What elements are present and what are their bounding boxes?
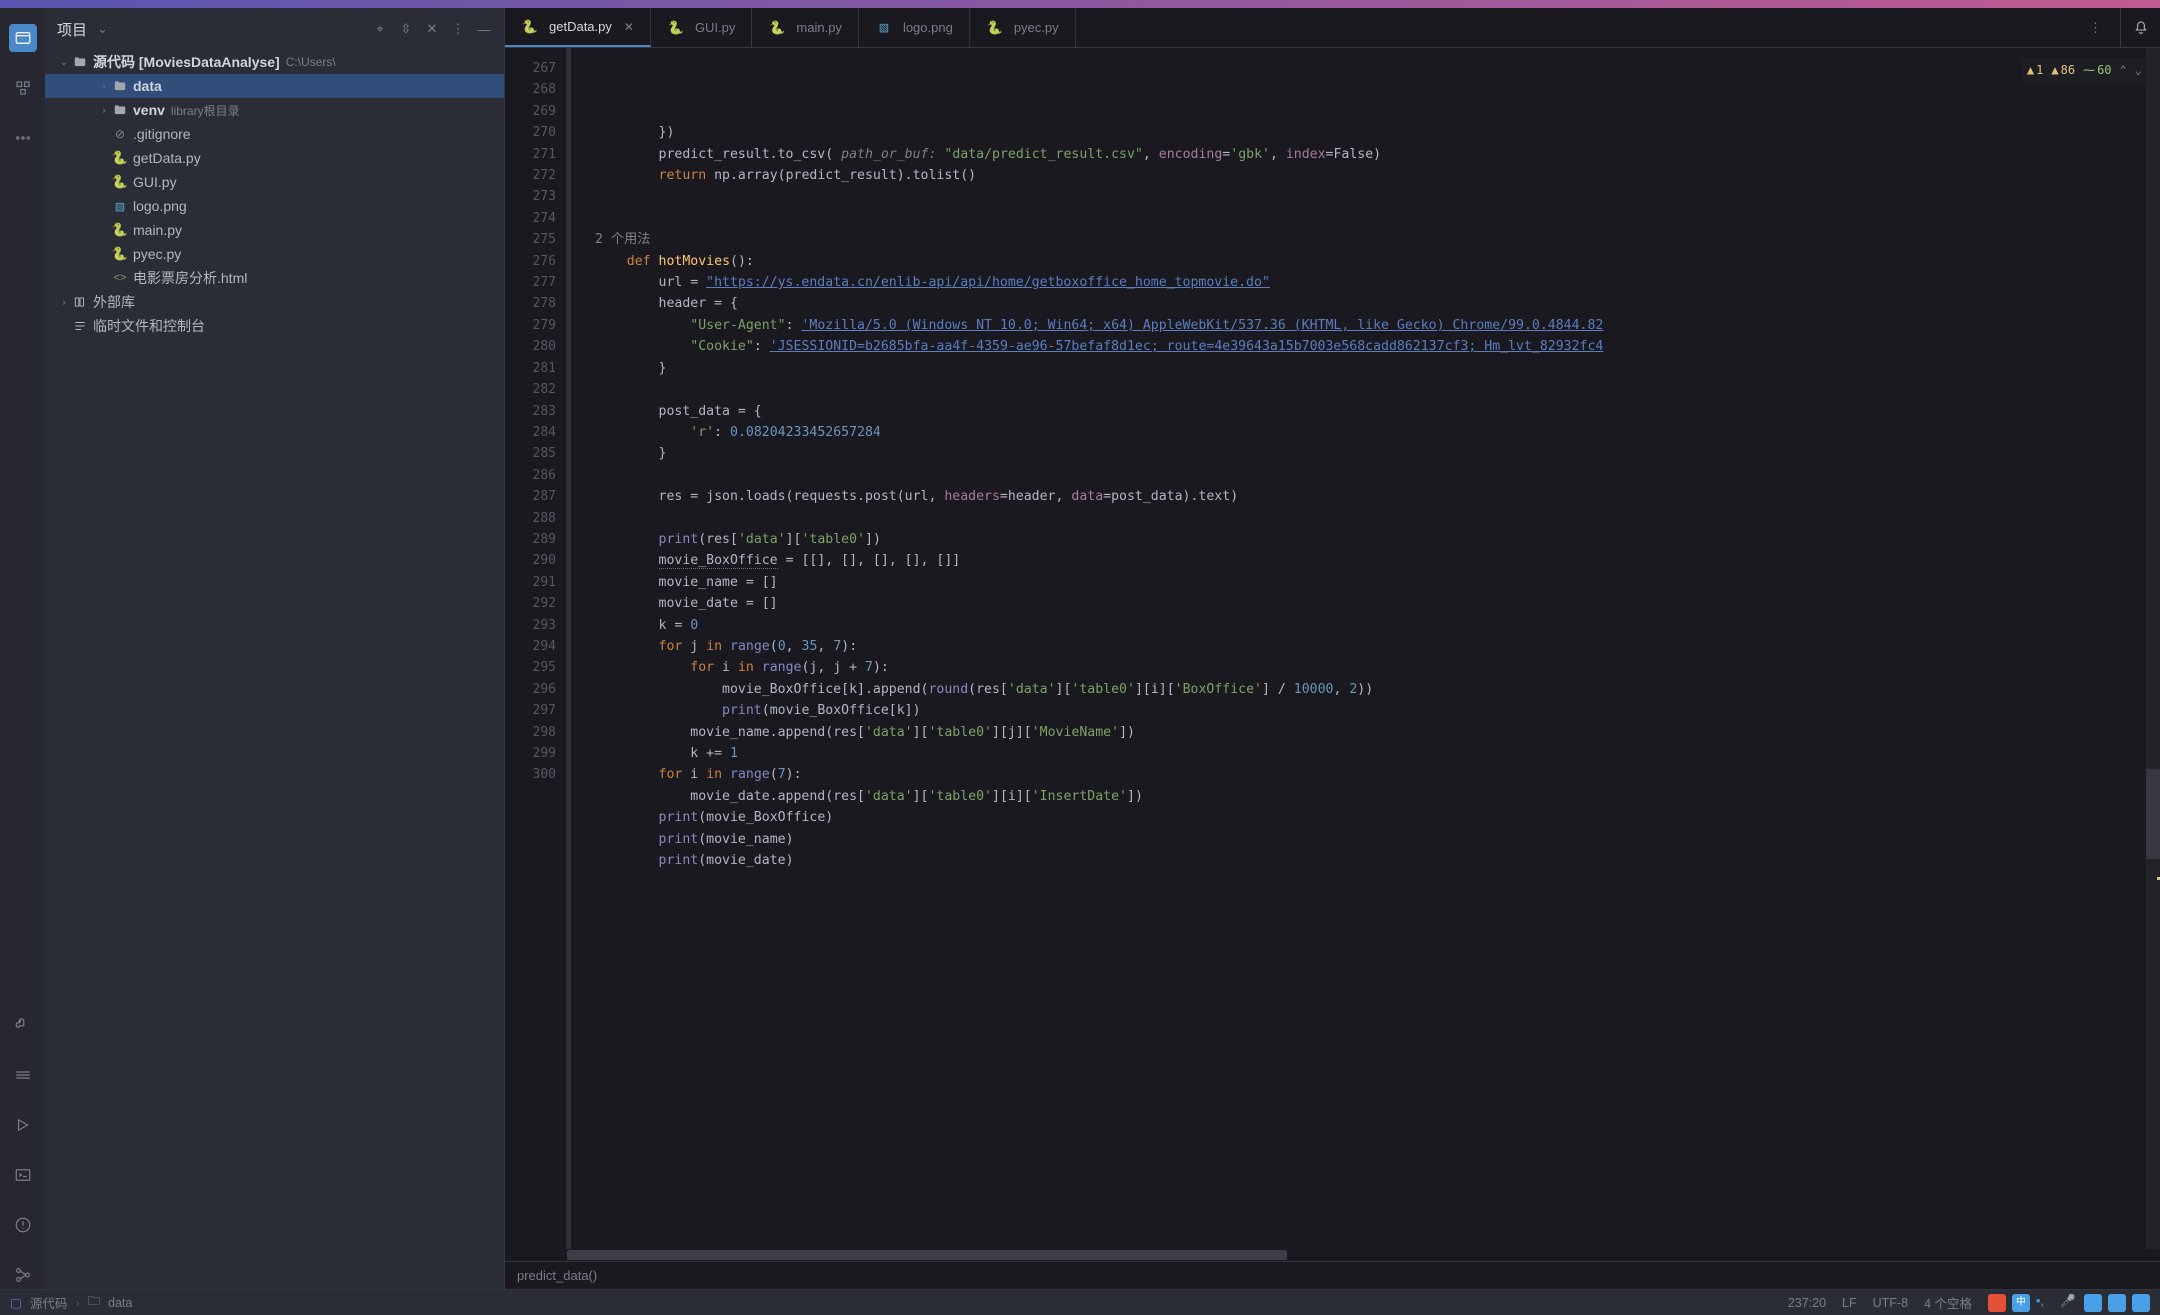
tab-GUI-py[interactable]: 🐍GUI.py xyxy=(651,8,752,47)
tree-item-venv[interactable]: ›venvlibrary根目录 xyxy=(45,98,504,122)
activity-bar xyxy=(0,8,45,1289)
tree-item-main-py[interactable]: 🐍main.py xyxy=(45,218,504,242)
close-icon[interactable]: ✕ xyxy=(624,20,634,34)
tab-getData-py[interactable]: 🐍getData.py✕ xyxy=(505,8,651,47)
status-cursor-pos[interactable]: 237:20 xyxy=(1788,1296,1826,1310)
project-tree[interactable]: ⌄源代码 [MoviesDataAnalyse]C:\Users\›data›v… xyxy=(45,50,504,1289)
tool-python-console-icon[interactable] xyxy=(9,1011,37,1039)
status-bar: ▢ 源代码 › 🗀 data 237:20 LF UTF-8 4 个空格 中 •… xyxy=(0,1289,2160,1315)
editor-minimap[interactable] xyxy=(2146,48,2160,1249)
ime-toolbox-icon[interactable] xyxy=(2132,1294,2150,1312)
editor-tabs: 🐍getData.py✕🐍GUI.py🐍main.py▧logo.png🐍pye… xyxy=(505,8,2160,48)
tab-main-py[interactable]: 🐍main.py xyxy=(752,8,859,47)
tree-item--html[interactable]: <>电影票房分析.html xyxy=(45,266,504,290)
editor-hscrollbar[interactable] xyxy=(505,1249,2160,1261)
tab-menu-icon[interactable]: ⋮ xyxy=(2089,20,2102,36)
tree-item--MoviesDataAnalyse-[interactable]: ⌄源代码 [MoviesDataAnalyse]C:\Users\ xyxy=(45,50,504,74)
warning-icon[interactable]: ▲1 xyxy=(2027,60,2043,81)
tab-pyec-py[interactable]: 🐍pyec.py xyxy=(970,8,1076,47)
tree-item-data[interactable]: ›data xyxy=(45,74,504,98)
folder-icon: 🗀 xyxy=(88,1292,101,1313)
tool-packages-icon[interactable] xyxy=(9,1061,37,1089)
editor-area: 🐍getData.py✕🐍GUI.py🐍main.py▧logo.png🐍pye… xyxy=(505,8,2160,1289)
tree-item-pyec-py[interactable]: 🐍pyec.py xyxy=(45,242,504,266)
collapse-icon[interactable]: ✕ xyxy=(424,21,440,37)
ime-punct-icon[interactable]: •, xyxy=(2036,1294,2054,1312)
breadcrumb-item[interactable]: data xyxy=(108,1296,132,1310)
tree-item--[interactable]: ›外部库 xyxy=(45,290,504,314)
tree-item--gitignore[interactable]: ⊘.gitignore xyxy=(45,122,504,146)
weak-warning-icon[interactable]: ▲86 xyxy=(2051,60,2075,81)
ime-lang-icon[interactable]: 中 xyxy=(2012,1294,2030,1312)
tool-vcs-icon[interactable] xyxy=(9,1261,37,1289)
tool-project-icon[interactable] xyxy=(9,24,37,52)
next-highlight-icon[interactable]: ⌄ xyxy=(2135,60,2142,81)
tool-services-icon[interactable] xyxy=(9,1111,37,1139)
breadcrumb-root[interactable]: 源代码 xyxy=(30,1293,68,1312)
project-panel: 项目 ⌄ ⌖ ⇳ ✕ ⋮ — ⌄源代码 [MoviesDataAnalyse]C… xyxy=(45,8,505,1289)
project-status-icon[interactable]: ▢ xyxy=(10,1295,22,1310)
locate-icon[interactable]: ⌖ xyxy=(372,21,388,37)
tool-problems-icon[interactable] xyxy=(9,1211,37,1239)
options-icon[interactable]: ⋮ xyxy=(450,21,466,37)
typo-icon[interactable]: ⁓60 xyxy=(2083,60,2111,81)
line-gutter: 267 268 269 270 271 272 273 274 275 276 … xyxy=(505,48,566,1249)
prev-highlight-icon[interactable]: ⌃ xyxy=(2120,60,2127,81)
code-editor[interactable]: ▲1 ▲86 ⁓60 ⌃ ⌄ }) predict_result.to_csv(… xyxy=(587,48,2160,1249)
tool-structure-icon[interactable] xyxy=(9,74,37,102)
status-indent[interactable]: 4 个空格 xyxy=(1924,1293,1972,1312)
expand-all-icon[interactable]: ⇳ xyxy=(398,21,414,37)
tree-item-logo-png[interactable]: ▧logo.png xyxy=(45,194,504,218)
chevron-down-icon[interactable]: ⌄ xyxy=(97,21,108,37)
ime-keyboard-icon[interactable] xyxy=(2084,1294,2102,1312)
notifications-icon[interactable] xyxy=(2120,8,2160,47)
project-panel-title: 项目 xyxy=(57,19,87,40)
tab-logo-png[interactable]: ▧logo.png xyxy=(859,8,970,47)
tool-terminal-icon[interactable] xyxy=(9,1161,37,1189)
breadcrumb-function[interactable]: predict_data() xyxy=(505,1261,2160,1289)
status-line-separator[interactable]: LF xyxy=(1842,1296,1857,1310)
tree-item--[interactable]: 临时文件和控制台 xyxy=(45,314,504,338)
ime-mic-icon[interactable]: 🎤 xyxy=(2060,1294,2078,1312)
tool-more-icon[interactable] xyxy=(9,124,37,152)
ime-skin-icon[interactable] xyxy=(2108,1294,2126,1312)
ime-icon[interactable] xyxy=(1988,1294,2006,1312)
tree-item-getData-py[interactable]: 🐍getData.py xyxy=(45,146,504,170)
minimize-icon[interactable]: — xyxy=(476,21,492,37)
tree-item-GUI-py[interactable]: 🐍GUI.py xyxy=(45,170,504,194)
status-encoding[interactable]: UTF-8 xyxy=(1873,1296,1908,1310)
inspection-widget[interactable]: ▲1 ▲86 ⁓60 ⌃ ⌄ xyxy=(2021,58,2148,83)
